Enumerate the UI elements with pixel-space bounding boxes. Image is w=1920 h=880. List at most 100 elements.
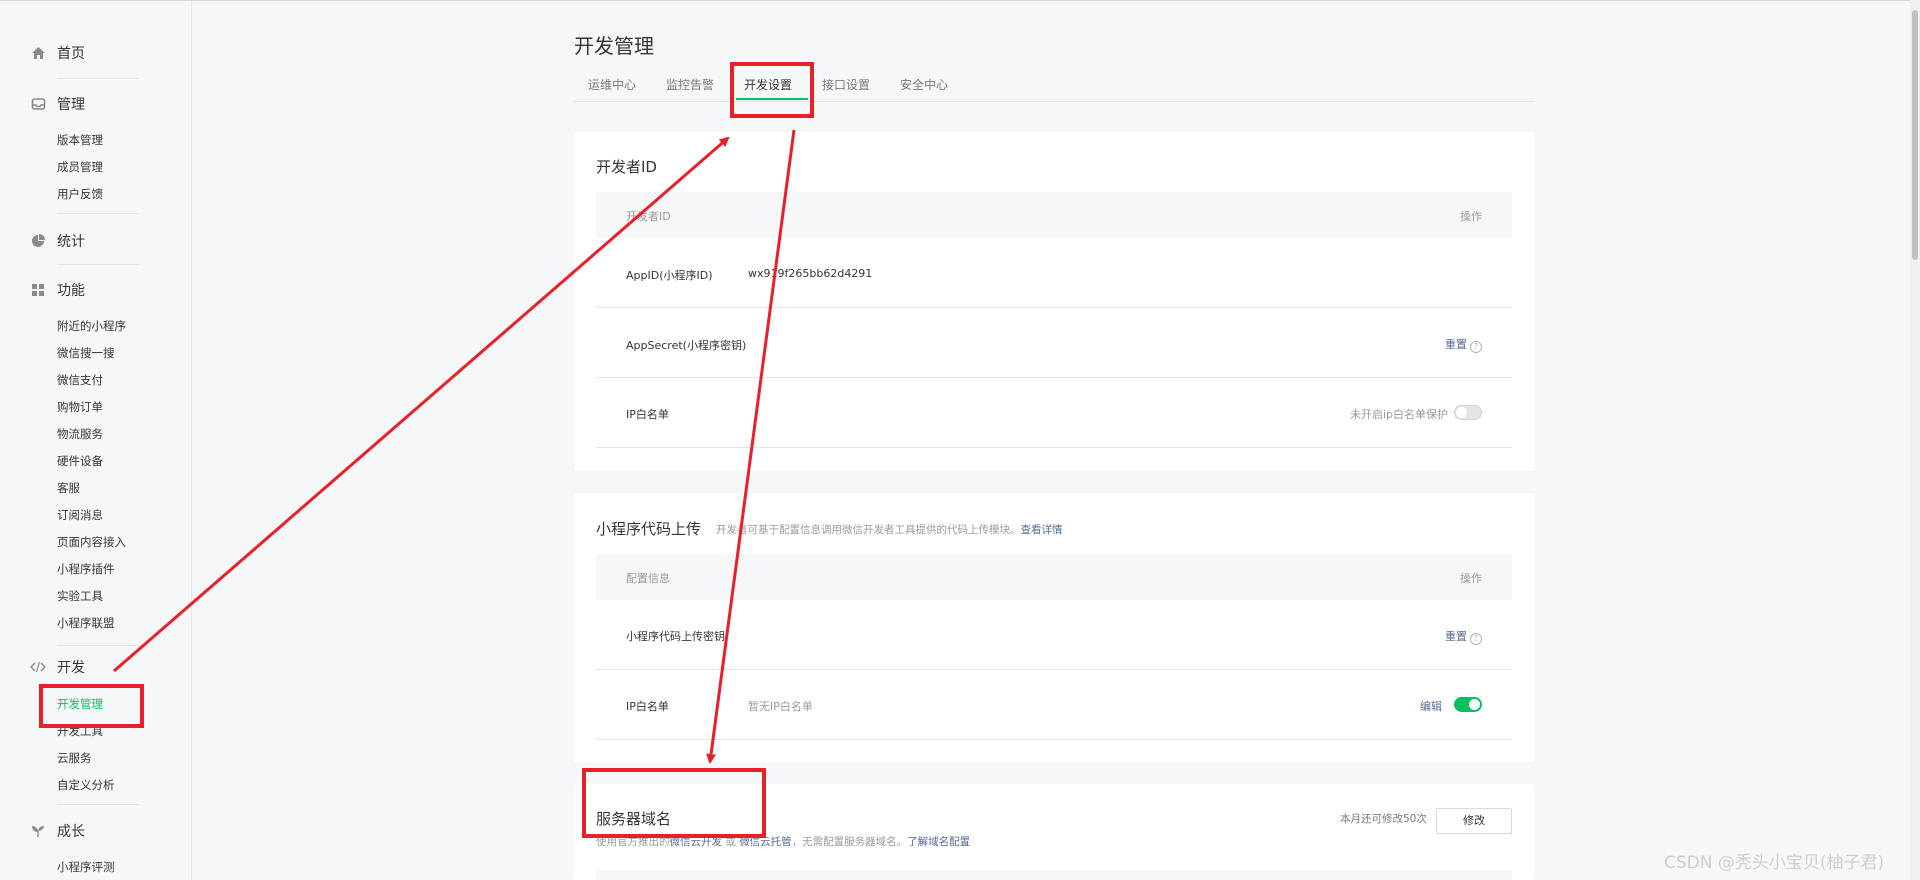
- modify-button[interactable]: 修改: [1436, 808, 1512, 834]
- subtitle-text: 开发者可基于配置信息调用微信开发者工具提供的代码上传模块。: [716, 524, 1021, 536]
- sidebar-divider: [57, 213, 139, 214]
- table-row-upload-key: 小程序代码上传密钥 重置?: [596, 600, 1512, 670]
- sidebar-divider: [57, 264, 139, 265]
- row-label: IP白名单: [626, 700, 669, 713]
- table-header: [596, 870, 1512, 880]
- help-icon[interactable]: ?: [1470, 341, 1482, 353]
- sidebar-group-dev[interactable]: 开发: [30, 657, 85, 677]
- top-border: [0, 0, 1920, 1]
- reset-secret-action: 重置?: [1445, 336, 1482, 353]
- card-title: 小程序代码上传: [596, 520, 702, 538]
- sidebar-item-plugin[interactable]: 小程序插件: [57, 561, 115, 577]
- table-row-upload-ip: IP白名单 暂无IP白名单 编辑: [596, 670, 1512, 740]
- code-icon: [30, 659, 46, 675]
- help-icon[interactable]: ?: [1470, 633, 1482, 645]
- desc-text: 或: [722, 836, 740, 848]
- row-label: IP白名单: [626, 408, 669, 421]
- sidebar-item-service[interactable]: 客服: [57, 480, 80, 496]
- sidebar-item-label: 首页: [57, 46, 85, 62]
- modify-quota: 本月还可修改50次: [1340, 813, 1427, 825]
- ip-whitelist-toggle[interactable]: [1454, 697, 1482, 712]
- sidebar-item-orders[interactable]: 购物订单: [57, 399, 103, 415]
- reset-link[interactable]: 重置: [1445, 630, 1467, 643]
- sidebar-item-subscribe[interactable]: 订阅消息: [57, 507, 103, 523]
- column-header: 操作: [1460, 572, 1482, 585]
- pie-chart-icon: [30, 233, 46, 249]
- reset-key-action: 重置?: [1445, 628, 1482, 645]
- ip-protection-toggle[interactable]: [1454, 405, 1482, 420]
- tab-api-settings[interactable]: 接口设置: [822, 76, 870, 93]
- table-row-ip-whitelist: IP白名单 未开启ip白名单保护: [596, 378, 1512, 448]
- toggle-knob: [1456, 407, 1467, 418]
- inbox-icon: [30, 96, 46, 112]
- sidebar-group-stats[interactable]: 统计: [30, 231, 85, 251]
- sidebar-group-label: 成长: [57, 824, 85, 840]
- sidebar-item-pay[interactable]: 微信支付: [57, 372, 103, 388]
- column-header: 开发者ID: [626, 210, 671, 223]
- cloud-dev-link[interactable]: 微信云开发: [670, 836, 723, 848]
- tab-bar: 运维中心 监控告警 开发设置 接口设置 安全中心: [574, 74, 1534, 102]
- sidebar-item-dev-tools[interactable]: 开发工具: [57, 723, 103, 739]
- sidebar-item-lab[interactable]: 实验工具: [57, 588, 103, 604]
- sidebar-group-label: 统计: [57, 234, 85, 250]
- tab-security[interactable]: 安全中心: [900, 76, 948, 93]
- sidebar-item-home[interactable]: 首页: [30, 43, 85, 63]
- sidebar-item-dev-manage[interactable]: 开发管理: [57, 696, 103, 712]
- code-upload-card: 小程序代码上传 开发者可基于配置信息调用微信开发者工具提供的代码上传模块。查看详…: [574, 493, 1534, 762]
- sidebar-group-label: 开发: [57, 660, 85, 676]
- table-header: 配置信息 操作: [596, 554, 1512, 600]
- sidebar-item-alliance[interactable]: 小程序联盟: [57, 615, 115, 631]
- sidebar-group-growth[interactable]: 成长: [30, 821, 85, 841]
- appid-value[interactable]: wx919f265bb62d4291: [748, 267, 872, 280]
- row-label: AppSecret(小程序密钥): [626, 339, 747, 352]
- developer-id-card: 开发者ID 开发者ID 操作 AppID(小程序ID) wx919f265bb6…: [574, 132, 1534, 471]
- domain-config-link[interactable]: 了解域名配置: [907, 836, 970, 848]
- sidebar-divider: [57, 78, 139, 79]
- sidebar-item-logistics[interactable]: 物流服务: [57, 426, 103, 442]
- reset-link[interactable]: 重置: [1445, 338, 1467, 351]
- sidebar: 首页 管理 版本管理 成员管理 用户反馈 统计 功能 附近的小程序 微信搜一搜 …: [0, 1, 192, 880]
- column-header: 操作: [1460, 210, 1482, 223]
- edit-link[interactable]: 编辑: [1420, 698, 1442, 714]
- tab-monitor[interactable]: 监控告警: [666, 76, 714, 93]
- sprout-icon: [30, 823, 46, 839]
- page-title: 开发管理: [574, 34, 654, 58]
- desc-text: ，无需配置服务器域名。: [791, 836, 908, 848]
- column-header: 配置信息: [626, 572, 670, 585]
- sidebar-group-features[interactable]: 功能: [30, 280, 85, 300]
- table-row-appsecret: AppSecret(小程序密钥) 重置?: [596, 308, 1512, 378]
- view-details-link[interactable]: 查看详情: [1021, 524, 1063, 536]
- sidebar-divider: [57, 804, 139, 805]
- table-row-appid: AppID(小程序ID) wx919f265bb62d4291: [596, 238, 1512, 308]
- sidebar-group-label: 功能: [57, 283, 85, 299]
- sidebar-item-page-content[interactable]: 页面内容接入: [57, 534, 126, 550]
- grid-icon: [30, 282, 46, 298]
- cloud-hosting-link[interactable]: 微信云托管: [739, 836, 792, 848]
- sidebar-item-feedback[interactable]: 用户反馈: [57, 186, 103, 202]
- sidebar-item-version[interactable]: 版本管理: [57, 132, 103, 148]
- sidebar-item-nearby[interactable]: 附近的小程序: [57, 318, 126, 334]
- scrollbar-thumb[interactable]: [1912, 10, 1918, 260]
- tab-dev-settings[interactable]: 开发设置: [744, 76, 792, 93]
- sidebar-item-evaluation[interactable]: 小程序评测: [57, 859, 115, 875]
- sidebar-group-label: 管理: [57, 97, 85, 113]
- watermark: CSDN @秃头小宝贝(柚子君): [1664, 853, 1885, 873]
- tab-ops[interactable]: 运维中心: [588, 76, 636, 93]
- card-title: 开发者ID: [596, 158, 657, 176]
- active-tab-indicator: [736, 98, 808, 100]
- card-title: 服务器域名: [596, 810, 672, 828]
- scrollbar[interactable]: [1910, 0, 1920, 880]
- server-domain-card: 服务器域名 使用官方推出的微信云开发 或 微信云托管，无需配置服务器域名。了解域…: [574, 784, 1534, 880]
- sidebar-item-search[interactable]: 微信搜一搜: [57, 345, 115, 361]
- sidebar-item-hardware[interactable]: 硬件设备: [57, 453, 103, 469]
- ip-whitelist-value: 暂无IP白名单: [748, 700, 813, 713]
- row-label: 小程序代码上传密钥: [626, 630, 725, 643]
- desc-text: 使用官方推出的: [596, 836, 670, 848]
- sidebar-group-manage[interactable]: 管理: [30, 94, 85, 114]
- card-description: 使用官方推出的微信云开发 或 微信云托管，无需配置服务器域名。了解域名配置: [596, 834, 970, 849]
- row-label: AppID(小程序ID): [626, 269, 713, 282]
- sidebar-item-cloud[interactable]: 云服务: [57, 750, 92, 766]
- sidebar-item-members[interactable]: 成员管理: [57, 159, 103, 175]
- sidebar-item-custom-analysis[interactable]: 自定义分析: [57, 777, 115, 793]
- sidebar-divider: [57, 645, 139, 646]
